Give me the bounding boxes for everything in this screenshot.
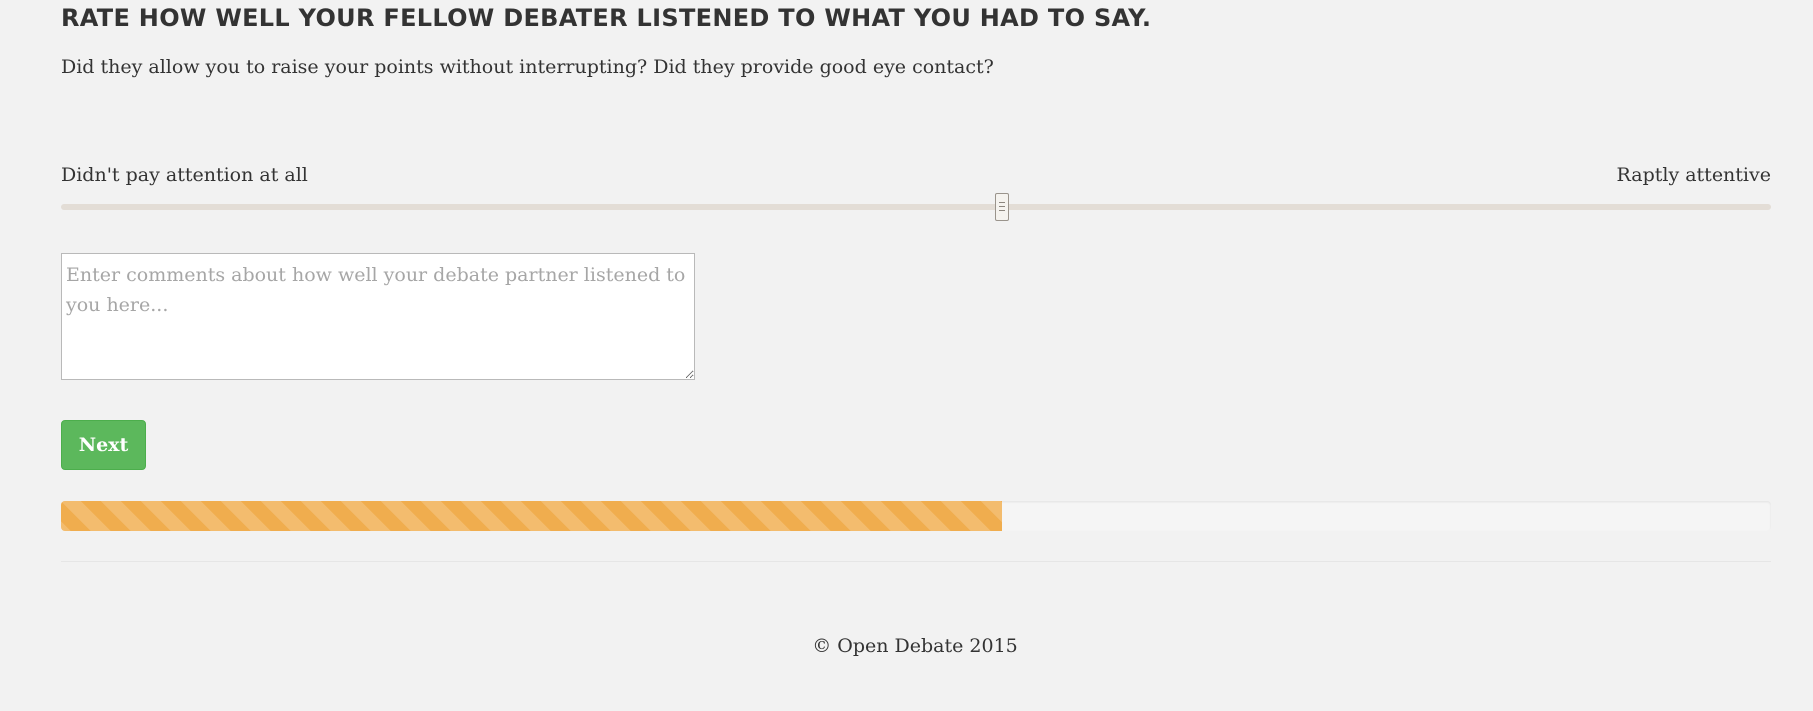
grip-line-icon	[998, 202, 1005, 203]
attention-rating-slider[interactable]	[61, 193, 1771, 221]
next-button[interactable]: Next	[61, 420, 146, 470]
copyright-footer: © Open Debate 2015	[812, 635, 1018, 657]
footer-divider	[61, 561, 1771, 562]
grip-line-icon	[998, 206, 1005, 207]
survey-progress	[61, 501, 1771, 531]
question-title: RATE HOW WELL YOUR FELLOW DEBATER LISTEN…	[61, 4, 1152, 32]
scale-min-label: Didn't pay attention at all	[61, 164, 308, 186]
slider-track[interactable]	[61, 204, 1771, 210]
rating-page: RATE HOW WELL YOUR FELLOW DEBATER LISTEN…	[0, 0, 1813, 711]
scale-max-label: Raptly attentive	[1616, 164, 1772, 186]
slider-handle[interactable]	[994, 193, 1009, 221]
question-description: Did they allow you to raise your points …	[61, 56, 994, 78]
progress-bar-fill	[61, 501, 1002, 531]
grip-line-icon	[998, 210, 1005, 211]
comments-textarea[interactable]	[61, 253, 695, 380]
